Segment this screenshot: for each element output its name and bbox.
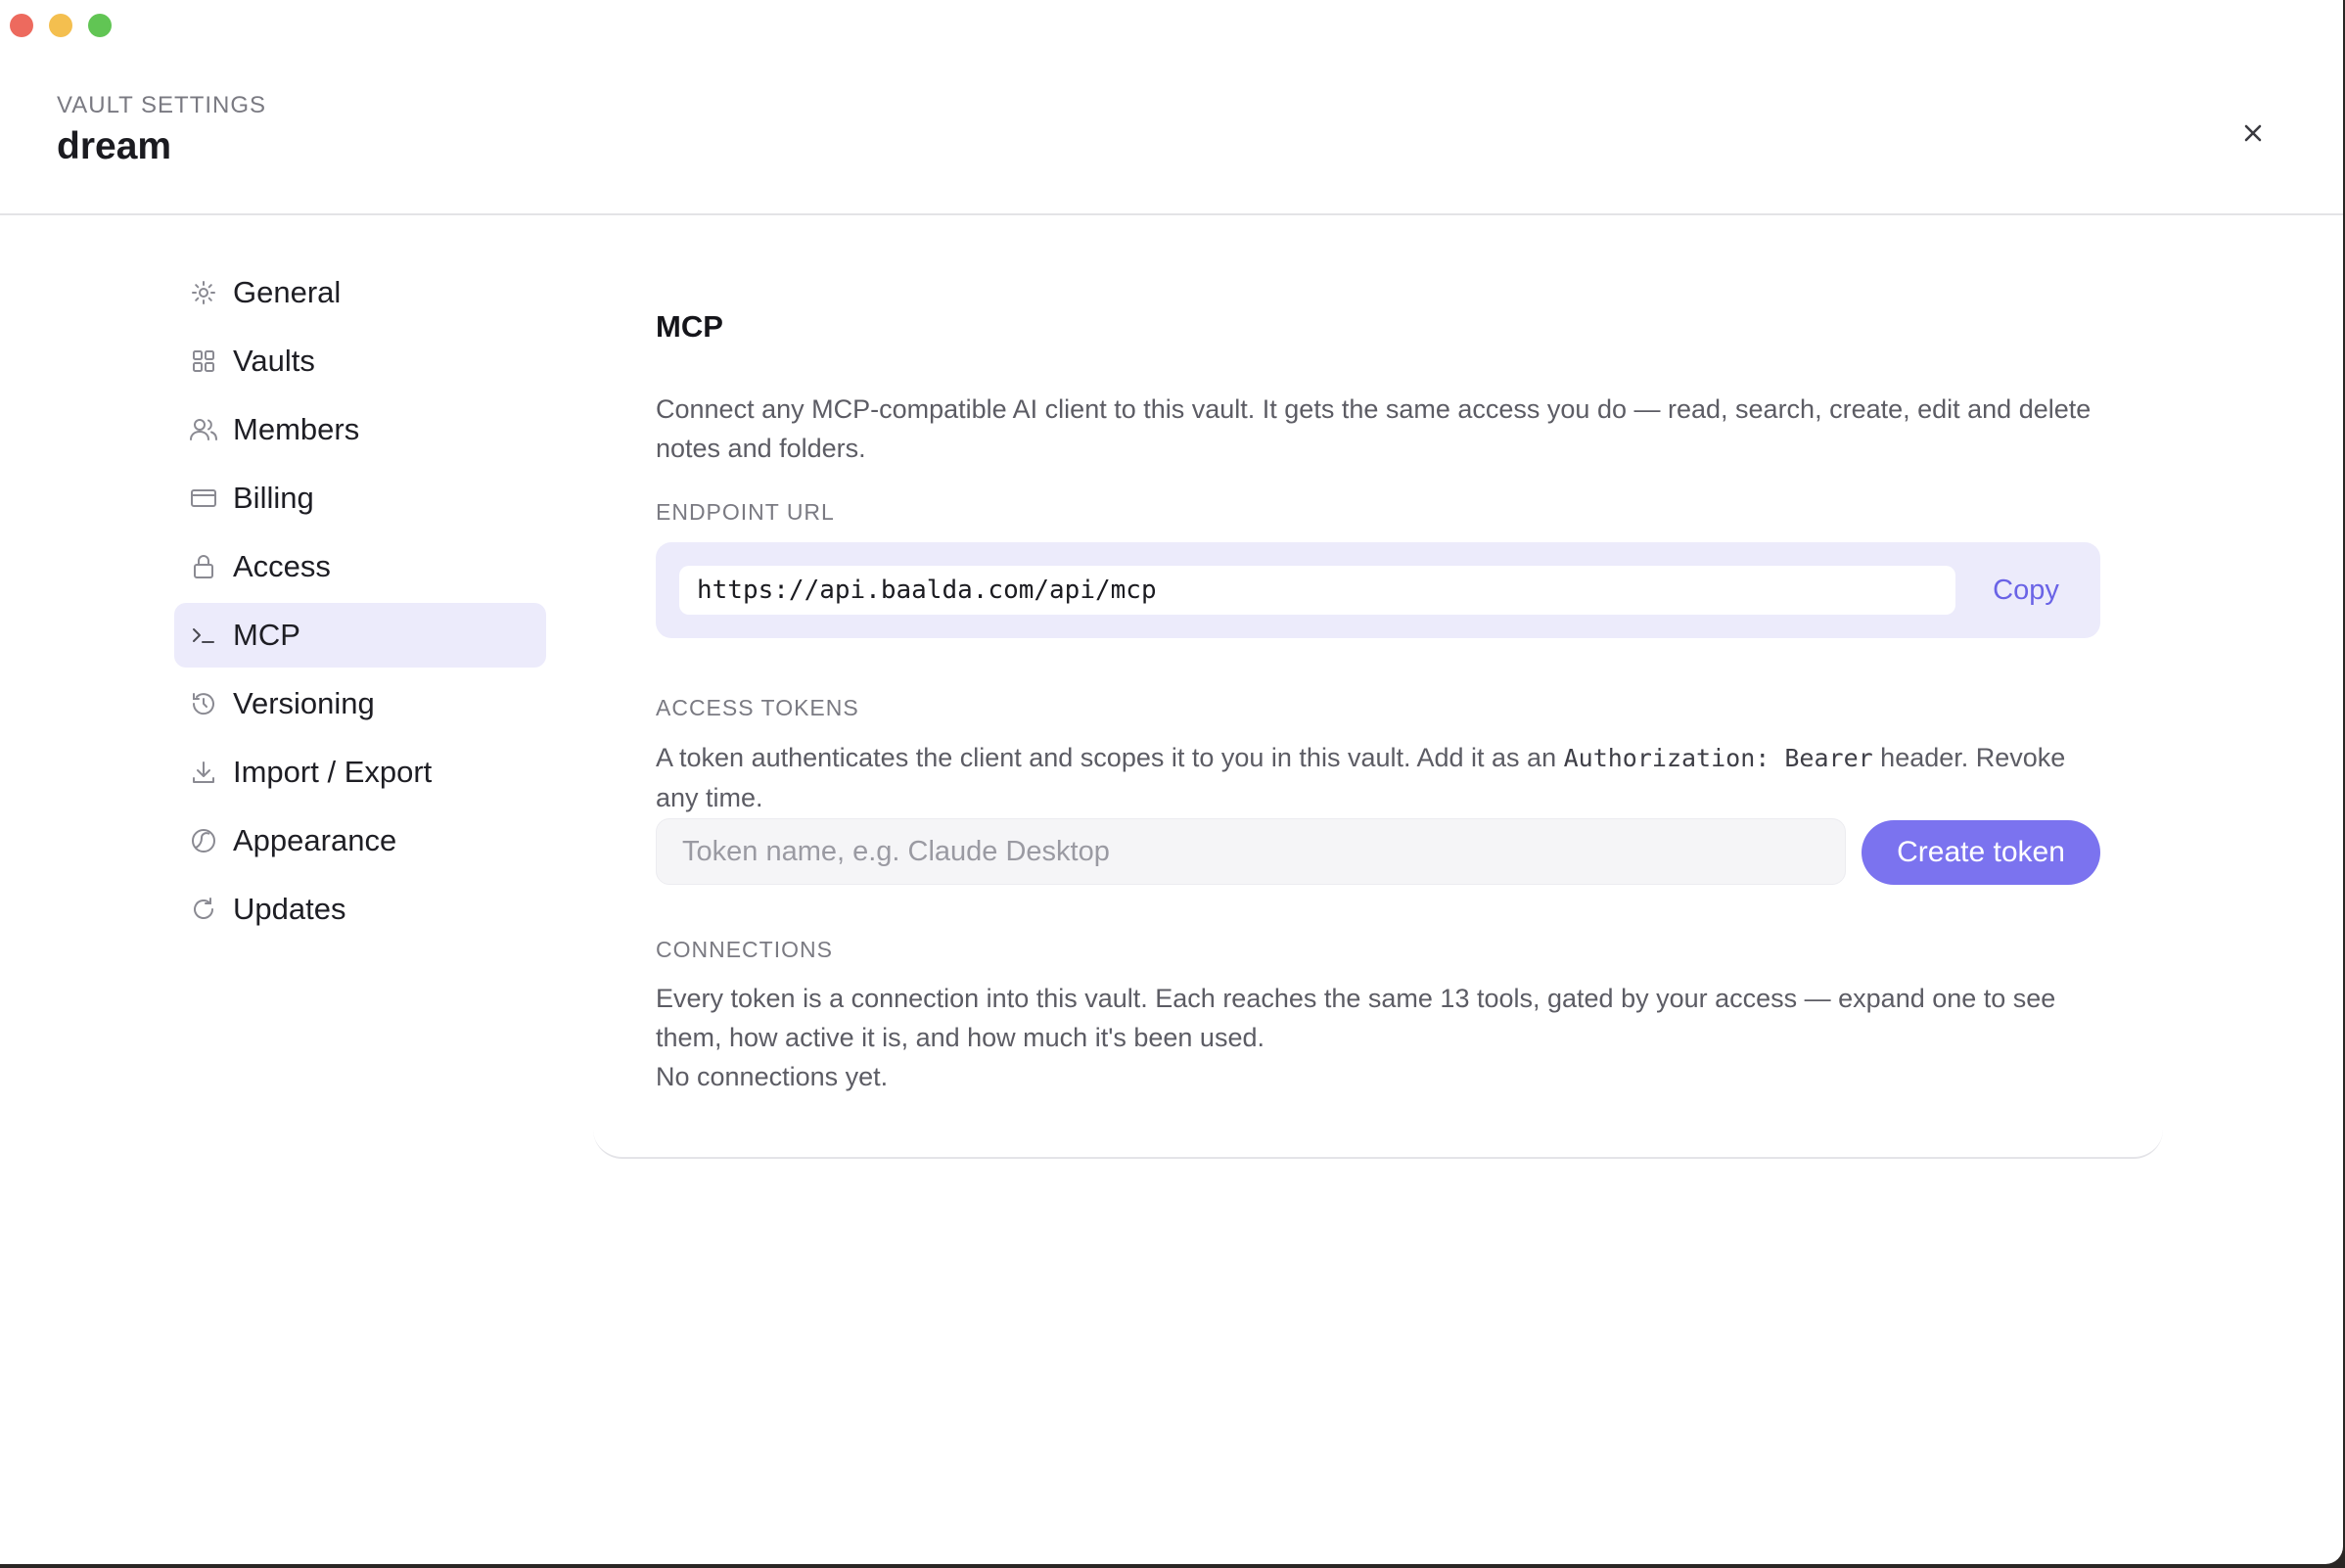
access-tokens-description: A token authenticates the client and sco… — [656, 738, 2100, 817]
connections-description: Every token is a connection into this va… — [656, 984, 2056, 1052]
sidebar-item-label: Access — [233, 549, 331, 583]
sidebar-item-appearance[interactable]: Appearance — [174, 808, 546, 873]
vault-name: dream — [57, 125, 172, 167]
page-title: MCP — [656, 309, 723, 344]
endpoint-url-field[interactable]: https://api.baalda.com/api/mcp — [679, 566, 1955, 615]
sidebar-item-members[interactable]: Members — [174, 397, 546, 462]
sidebar-item-updates[interactable]: Updates — [174, 877, 546, 942]
grid-icon — [188, 346, 219, 377]
settings-header: VAULT SETTINGS dream — [0, 0, 2343, 215]
sidebar-item-versioning[interactable]: Versioning — [174, 671, 546, 736]
settings-sidebar: General Vaults Members Billing Access MC… — [174, 260, 546, 945]
sidebar-item-label: MCP — [233, 618, 300, 652]
connections-label: CONNECTIONS — [656, 937, 833, 962]
credit-card-icon — [188, 483, 219, 514]
token-name-input[interactable] — [656, 818, 1846, 885]
history-icon — [188, 688, 219, 719]
endpoint-url-label: ENDPOINT URL — [656, 499, 835, 525]
header-eyebrow: VAULT SETTINGS — [57, 92, 267, 118]
sidebar-item-vaults[interactable]: Vaults — [174, 329, 546, 393]
connections-empty-state: No connections yet. — [656, 1062, 889, 1091]
refresh-icon — [188, 894, 219, 925]
lock-icon — [188, 551, 219, 582]
sidebar-item-label: Appearance — [233, 823, 397, 857]
sidebar-item-billing[interactable]: Billing — [174, 466, 546, 530]
mcp-intro-text: Connect any MCP-compatible AI client to … — [656, 394, 2092, 463]
endpoint-url-box: https://api.baalda.com/api/mcp Copy — [656, 542, 2100, 638]
terminal-icon — [188, 620, 219, 651]
gear-icon — [188, 277, 219, 308]
sidebar-item-mcp[interactable]: MCP — [174, 603, 546, 668]
sidebar-item-label: Versioning — [233, 686, 375, 720]
sidebar-item-label: Billing — [233, 481, 314, 515]
sidebar-item-access[interactable]: Access — [174, 534, 546, 599]
download-icon — [188, 757, 219, 788]
auth-header-code: Authorization: Bearer — [1563, 744, 1873, 772]
close-icon — [2244, 124, 2262, 142]
sidebar-item-label: Vaults — [233, 344, 315, 378]
sidebar-item-label: Updates — [233, 892, 346, 926]
sidebar-item-label: Import / Export — [233, 755, 433, 789]
create-token-button[interactable]: Create token — [1862, 820, 2100, 885]
tokens-desc-text: A token authenticates the client and sco… — [656, 743, 1564, 772]
access-tokens-label: ACCESS TOKENS — [656, 695, 859, 720]
sidebar-item-label: Members — [233, 412, 360, 446]
settings-window: VAULT SETTINGS dream General Vaults Memb… — [0, 0, 2343, 1564]
sidebar-item-import-export[interactable]: Import / Export — [174, 740, 546, 805]
sidebar-item-general[interactable]: General — [174, 260, 546, 325]
copy-button[interactable]: Copy — [1965, 566, 2087, 615]
palette-icon — [188, 825, 219, 856]
users-icon — [188, 414, 219, 445]
close-settings-button[interactable] — [2231, 112, 2275, 155]
sidebar-item-label: General — [233, 275, 342, 309]
